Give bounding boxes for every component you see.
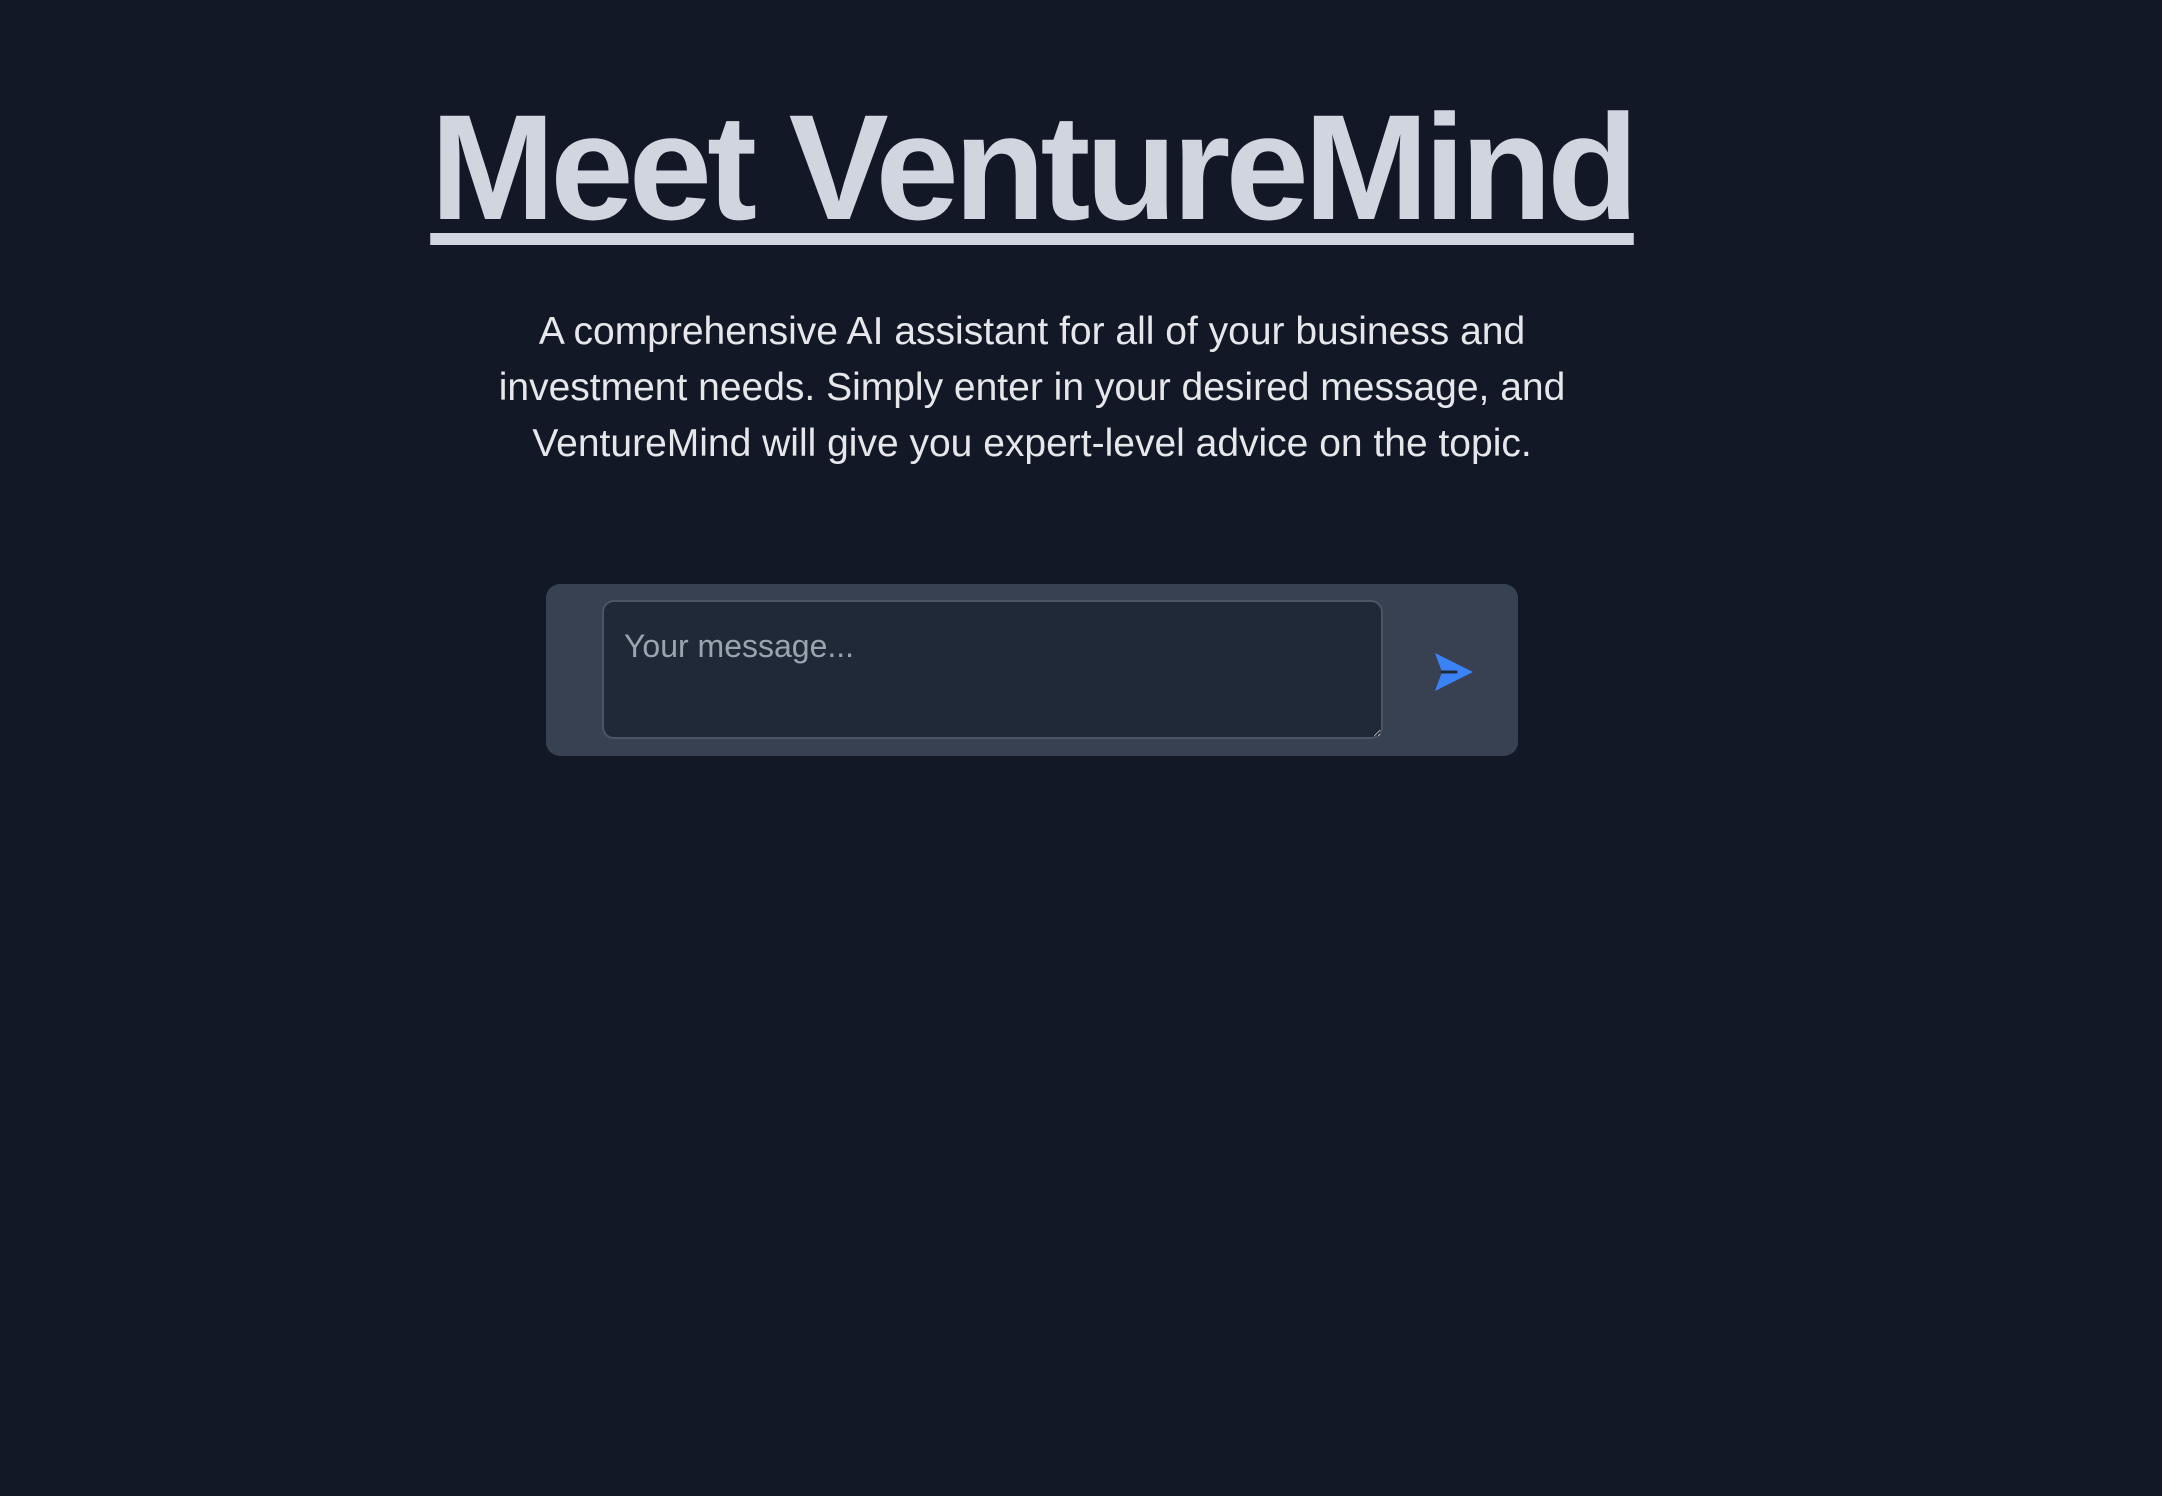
send-button[interactable] bbox=[1422, 640, 1486, 704]
message-input[interactable] bbox=[602, 600, 1383, 739]
message-composer bbox=[546, 584, 1518, 756]
send-paper-plane-icon bbox=[1435, 653, 1473, 691]
page-title: Meet VentureMind bbox=[430, 83, 1639, 251]
landing-page: Meet VentureMind A comprehensive AI assi… bbox=[0, 0, 2162, 1496]
hero-description: A comprehensive AI assistant for all of … bbox=[498, 310, 1566, 465]
